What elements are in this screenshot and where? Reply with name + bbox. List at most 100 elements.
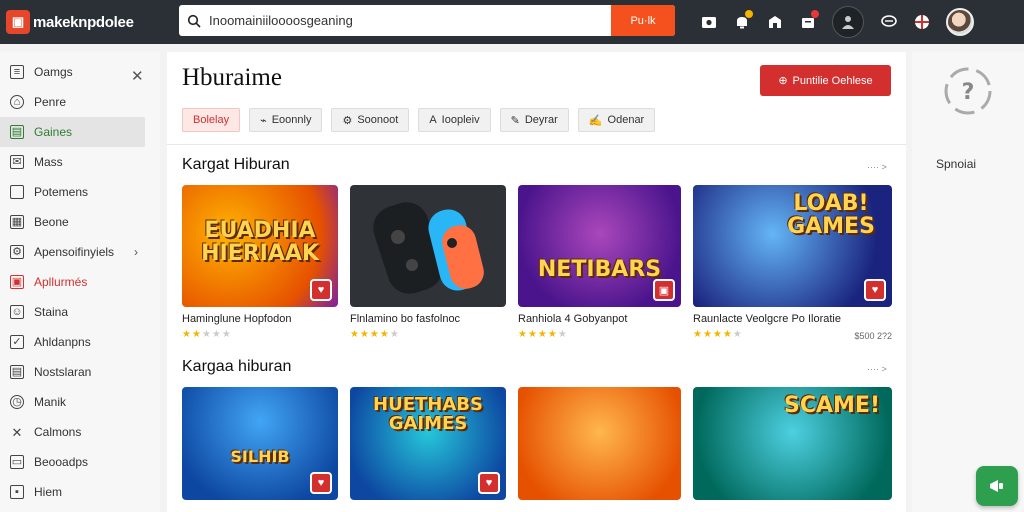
filter-chip[interactable]: Bolelay [182, 108, 241, 132]
store-badge-icon: ▣ [653, 279, 675, 301]
store-badge-icon: ♥ [310, 472, 332, 494]
sidebar-item-games[interactable]: ▤ Gaines [0, 117, 145, 147]
game-thumbnail: HUETHABS GAIMES ♥ [350, 387, 506, 500]
mail-icon: ✉ [10, 155, 24, 169]
controller-illustration [373, 202, 484, 294]
game-thumbnail: LOAB! GAMES ♥ [693, 185, 892, 307]
thumbnail-text: SCAME! [784, 392, 880, 418]
cart-icon[interactable] [799, 10, 819, 31]
sidebar-item-mass[interactable]: ✉ Mass [0, 147, 160, 177]
sidebar-item-label: Potemens [34, 185, 89, 199]
right-panel-label[interactable]: Spnoiai [936, 157, 976, 171]
filter-chip[interactable]: A Ioopleiv [418, 108, 491, 132]
sidebar-item-penre[interactable]: ⌂ Penre [0, 87, 160, 117]
pencil-icon: ✎ [510, 114, 520, 127]
top-icons [700, 0, 974, 44]
section-title: Kargat Hiburan [182, 156, 290, 173]
sidebar-item-label: Beone [34, 215, 69, 229]
sidebar-item-label: Gaines [34, 125, 73, 139]
sidebar-item-ahldanpns[interactable]: ✓ Ahldanpns [0, 327, 160, 357]
game-card[interactable]: HUETHABS GAIMES ♥ [350, 387, 506, 500]
game-profile-icon[interactable] [832, 6, 864, 38]
sidebar-item-label: Staina [34, 305, 69, 319]
box-icon [10, 185, 24, 199]
thumbnail-text: NETIBARS [537, 257, 662, 283]
primary-action-button[interactable]: ⊕ Puntilie Oehlese [760, 65, 891, 96]
filter-chip-label: Deyrar [524, 114, 558, 126]
sidebar-item-manik[interactable]: ◷ Manik [0, 387, 160, 417]
user-avatar[interactable] [946, 8, 974, 36]
store-badge-icon: ♥ [310, 279, 332, 301]
filter-chip-label: Bolelay [193, 114, 230, 126]
search-input[interactable] [209, 5, 611, 36]
tools-icon: ✕ [11, 424, 23, 440]
section-more-link[interactable]: ···· > [867, 162, 887, 172]
store-badge-icon: ♥ [478, 472, 500, 494]
filter-chip-label: Soonoot [357, 114, 399, 126]
note-icon: ✍ [588, 114, 603, 127]
sidebar-item-calmons[interactable]: ✕ Calmons [0, 417, 160, 447]
game-card[interactable]: NETIBARS ▣ Ranhiola 4 Gobyanpot ★★★★★ [518, 185, 681, 340]
filter-chip-label: Ioopleiv [441, 114, 480, 126]
user-icon: ☺ [10, 305, 24, 319]
game-thumbnail: NETIBARS ▣ [518, 185, 681, 307]
image-icon: ▪ [10, 485, 24, 499]
tag-icon: ⌁ [260, 114, 267, 127]
sidebar-item-potemens[interactable]: Potemens [0, 177, 160, 207]
filter-chip[interactable]: ✎ Deyrar [499, 108, 569, 132]
game-card[interactable] [518, 387, 681, 500]
section-more-link[interactable]: ···· > [867, 364, 887, 374]
sidebar-item-apensoifinyiels[interactable]: ⚙ Apensoifinyiels › [0, 237, 160, 267]
gamepad-icon: ▤ [10, 125, 24, 139]
sidebar-item-staina[interactable]: ☺ Staina [0, 297, 160, 327]
camera-icon[interactable] [700, 13, 718, 31]
notification-icon[interactable] [733, 10, 753, 31]
sidebar-item-label: Calmons [34, 425, 82, 439]
check-icon: ✓ [10, 335, 24, 349]
game-card[interactable]: EUADHIA HIERIAAK ♥ Haminglune Hopfodon ★… [182, 185, 338, 340]
filter-chip-label: Eoonnly [271, 114, 312, 126]
person-icon: A [429, 114, 437, 126]
game-card[interactable]: SCAME! [693, 387, 892, 500]
sidebar-item-hiem[interactable]: ▪ Hiem [0, 477, 160, 507]
grid-icon: ▣ [10, 275, 24, 289]
game-thumbnail: SCAME! [693, 387, 892, 500]
sidebar-item-nostslaran[interactable]: ▤ Nostslaran [0, 357, 160, 387]
language-flag-icon[interactable] [913, 13, 931, 31]
sidebar-item-beooadps[interactable]: ▭ Beooadps [0, 447, 160, 477]
filter-chip[interactable]: ⌁ Eoonnly [249, 108, 323, 132]
rating-stars: ★★★★★ [350, 329, 400, 340]
thumbnail-text: EUADHIA HIERIAAK [201, 218, 319, 267]
section-title: Kargaa hiburan [182, 358, 292, 375]
megaphone-icon [990, 480, 1003, 492]
filter-chip[interactable]: ✍ Odenar [577, 108, 656, 132]
sidebar-item-label: Apensoifinyiels [34, 245, 115, 259]
filter-chip-label: Odenar [607, 114, 645, 126]
app-logo[interactable]: ▣ makeknpdolee [6, 10, 174, 34]
store-icon[interactable] [766, 13, 784, 31]
app-name: makeknpdolee [33, 13, 134, 31]
chat-icon[interactable] [880, 13, 898, 31]
right-panel: ? Spnoiai [912, 52, 1024, 512]
sidebar-item-label: Mass [34, 155, 63, 169]
filter-chip[interactable]: ⚙ Soonoot [331, 108, 410, 132]
sidebar-item-oamgs[interactable]: ≡ Oamgs ✕ [0, 57, 160, 87]
game-card[interactable]: Flnlamino bo fasfolnoc ★★★★★ [350, 185, 506, 340]
sidebar-item-beone[interactable]: ▦ Beone [0, 207, 160, 237]
sidebar-item-label: Apllurmés [34, 275, 88, 289]
settings-icon: ⚙ [10, 245, 24, 259]
close-icon[interactable]: ✕ [131, 67, 144, 85]
sidebar-item-apllurmes[interactable]: ▣ Apllurmés [0, 267, 160, 297]
chat-fab-button[interactable] [976, 466, 1018, 506]
game-title: Ranhiola 4 Gobyanpot [518, 313, 628, 325]
store-badge-icon: ♥ [864, 279, 886, 301]
game-card[interactable]: SILHIB ♥ [182, 387, 338, 500]
sidebar: ≡ Oamgs ✕ ⌂ Penre ▤ Gaines ✉ Mass Poteme… [0, 52, 160, 512]
notification-dot [745, 10, 753, 18]
brand-logo-icon: ? [944, 67, 992, 115]
puzzle-icon: ⚙ [342, 114, 353, 127]
search-button[interactable]: Pu·lk [611, 5, 675, 36]
game-card[interactable]: LOAB! GAMES ♥ Raunlacte Veolgcre Po Ilor… [693, 185, 892, 341]
calendar-icon: ▦ [10, 215, 24, 229]
clock-icon: ◷ [10, 395, 24, 409]
